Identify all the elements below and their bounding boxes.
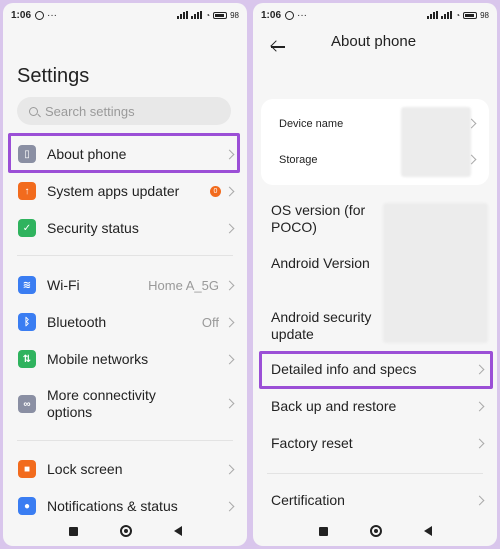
search-icon (29, 106, 38, 116)
about-item-android-version[interactable]: Android Version (253, 255, 497, 291)
recents-button[interactable] (318, 526, 328, 536)
divider (17, 255, 233, 256)
settings-screen: 1:06 ··· ◔ 98 Settings Search settings ▯… (3, 3, 247, 546)
about-phone-screen: 1:06 ··· ◔ 98 About phone Device name St… (253, 3, 497, 546)
settings-item-system-apps-updater[interactable]: ↑ System apps updater 0 (3, 180, 247, 202)
whatsapp-icon (35, 10, 45, 20)
more-icon: ··· (47, 9, 58, 21)
about-item-certification[interactable]: Certification (253, 492, 497, 514)
page-title: About phone (331, 33, 417, 50)
battery-level: 98 (480, 10, 489, 20)
battery-level: 98 (230, 10, 239, 20)
navigation-bar (3, 516, 247, 546)
chevron-right-icon (224, 398, 235, 409)
chevron-right-icon (224, 280, 235, 290)
page-title: Settings (17, 65, 90, 87)
settings-item-lock-screen[interactable]: ■ Lock screen (3, 458, 247, 480)
battery-icon (463, 11, 478, 19)
update-badge: 0 (210, 185, 221, 197)
arrow-up-icon: ↑ (18, 182, 36, 200)
search-placeholder: Search settings (45, 103, 135, 119)
signal-icon (177, 11, 189, 19)
whatsapp-icon (285, 10, 295, 20)
settings-item-mobile-networks[interactable]: ⇅ Mobile networks (3, 348, 247, 370)
link-icon: ∞ (18, 395, 36, 413)
highlight-about-phone (8, 133, 240, 173)
chevron-right-icon (224, 223, 235, 233)
divider (267, 473, 483, 474)
search-input[interactable]: Search settings (17, 97, 231, 125)
bluetooth-value: Off (201, 314, 219, 330)
back-arrow-icon[interactable] (271, 41, 287, 53)
wifi-status-icon: ◔ (205, 10, 211, 20)
more-icon: ··· (297, 9, 308, 21)
status-bar: 1:06 ··· ◔ 98 (3, 3, 247, 27)
chevron-right-icon (224, 501, 235, 511)
chevron-right-icon (224, 464, 235, 474)
shield-icon: ✓ (18, 219, 36, 237)
bell-icon: ● (18, 497, 36, 515)
bluetooth-icon: ᛒ (18, 313, 36, 331)
settings-item-more-connectivity[interactable]: ∞ More connectivity options (3, 386, 247, 422)
battery-icon (213, 11, 228, 19)
wifi-network-value: Home A_5G (148, 277, 219, 293)
settings-item-notifications[interactable]: ● Notifications & status (3, 495, 247, 517)
back-button[interactable] (173, 526, 182, 536)
device-info-card: Device name Storage (261, 99, 489, 185)
recents-button[interactable] (68, 526, 78, 536)
chevron-right-icon (466, 118, 477, 129)
navigation-bar (253, 516, 497, 546)
about-item-security-update[interactable]: Android security update (253, 309, 497, 345)
wifi-icon: ≋ (18, 276, 36, 294)
about-item-factory-reset[interactable]: Factory reset (253, 435, 497, 457)
back-button[interactable] (423, 526, 432, 536)
about-item-storage[interactable]: Storage (261, 152, 489, 174)
status-time: 1:06 (261, 9, 282, 21)
chevron-right-icon (224, 354, 235, 364)
signal-icon (441, 11, 453, 19)
divider (17, 440, 233, 441)
settings-item-security-status[interactable]: ✓ Security status (3, 217, 247, 239)
signal-icon (427, 11, 439, 19)
lock-icon: ■ (18, 460, 36, 478)
highlight-detailed-info (259, 351, 493, 389)
chevron-right-icon (474, 495, 485, 506)
chevron-right-icon (466, 154, 477, 165)
settings-item-wifi[interactable]: ≋ Wi-Fi Home A_5G (3, 274, 247, 296)
wifi-status-icon: ◔ (455, 10, 461, 20)
chevron-right-icon (474, 438, 485, 449)
signal-icon: ⇅ (18, 350, 36, 368)
signal-icon (191, 11, 203, 19)
about-item-os-version[interactable]: OS version (for POCO) (253, 202, 497, 238)
status-time: 1:06 (11, 9, 32, 21)
about-item-device-name[interactable]: Device name (261, 116, 489, 138)
settings-item-bluetooth[interactable]: ᛒ Bluetooth Off (3, 311, 247, 333)
chevron-right-icon (224, 186, 235, 196)
home-button[interactable] (119, 525, 132, 537)
chevron-right-icon (224, 317, 235, 327)
about-item-backup-restore[interactable]: Back up and restore (253, 398, 497, 420)
chevron-right-icon (474, 401, 485, 412)
home-button[interactable] (369, 525, 382, 537)
status-bar: 1:06 ··· ◔ 98 (253, 3, 497, 27)
